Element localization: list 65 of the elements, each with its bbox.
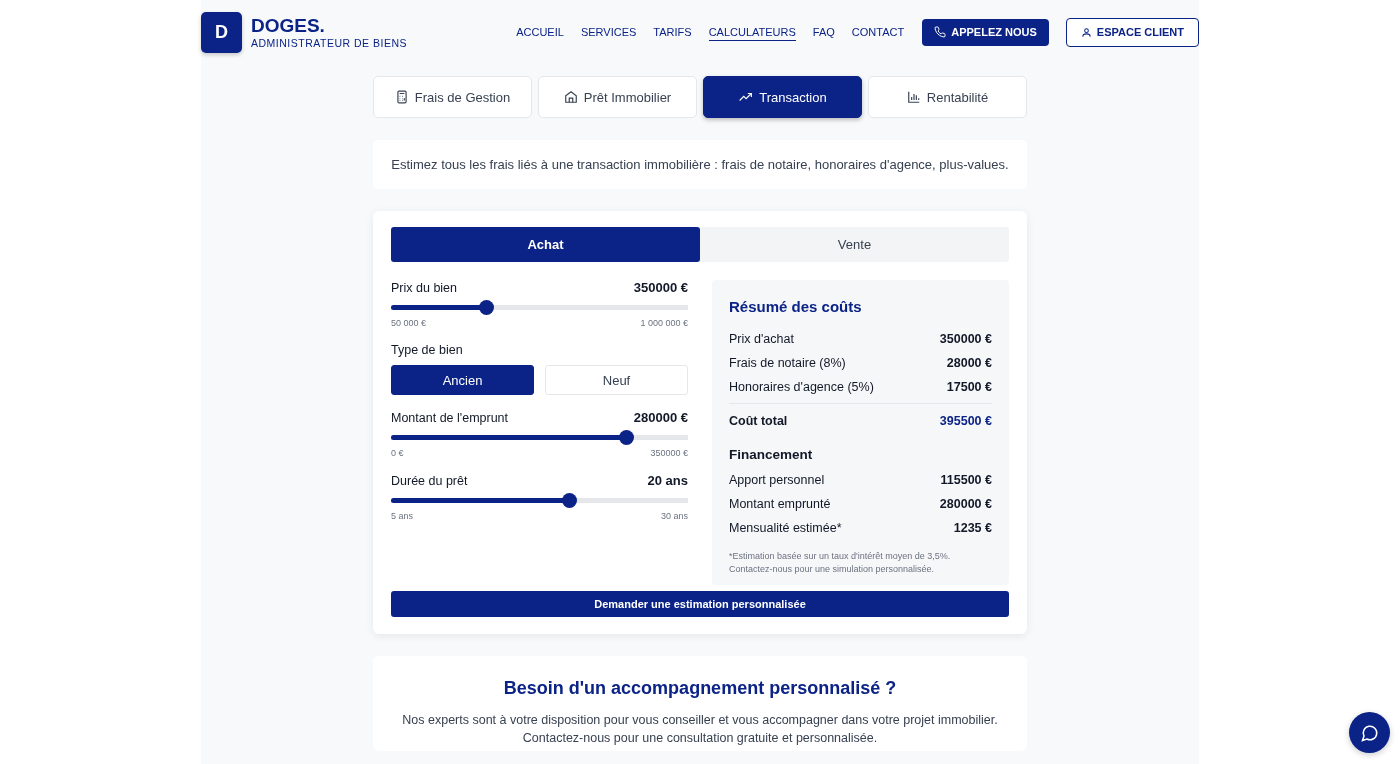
slider-thumb[interactable]	[562, 493, 578, 508]
financing-label: Apport personnel	[729, 473, 825, 487]
nav-link[interactable]: SERVICES	[580, 23, 637, 41]
estimate-button[interactable]: Demander une estimation personnalisée	[391, 591, 1009, 618]
financing-title: Financement	[729, 447, 814, 462]
financing-value: 115500 €	[940, 473, 992, 487]
financing-label: Mensualité estimée*	[729, 521, 842, 535]
range-max: 1 000 000 €	[640, 318, 688, 328]
client-area-button[interactable]: ESPACE CLIENT	[1065, 17, 1199, 47]
total-value: 395500 €	[939, 414, 992, 428]
chat-icon	[1360, 723, 1379, 742]
user-icon	[1080, 26, 1092, 38]
cost-label: Honoraires d'agence (5%)	[729, 380, 874, 394]
home-icon	[563, 90, 578, 104]
range-min: 50 000 €	[391, 318, 427, 328]
cost-value: 28000 €	[946, 356, 992, 370]
field-label: Prix du bien	[391, 281, 457, 295]
summary-title: Résumé des coûts	[729, 298, 863, 315]
mode-tab[interactable]: Vente	[700, 227, 1009, 262]
nav-link[interactable]: CONTACT	[851, 23, 905, 41]
brand-tagline: ADMINISTRATEUR DE BIENS	[251, 37, 407, 49]
field-value: 20 ans	[647, 473, 688, 488]
field-value: 350000 €	[633, 280, 688, 295]
financing-value: 280000 €	[939, 497, 992, 511]
cost-value: 17500 €	[946, 380, 992, 394]
slider-thumb[interactable]	[618, 430, 634, 445]
financing-label: Montant emprunté	[729, 497, 831, 511]
field-label: Durée du prêt	[391, 474, 468, 488]
field-label: Montant de l'emprunt	[391, 411, 509, 425]
total-label: Coût total	[729, 414, 788, 428]
slider-thumb[interactable]	[479, 300, 495, 315]
chat-button[interactable]	[1349, 712, 1390, 753]
option-button[interactable]: Neuf	[545, 365, 688, 395]
call-button[interactable]: APPELEZ NOUS	[922, 18, 1049, 46]
support-text: Contactez-nous pour une consultation gratuite et personnalisée.	[521, 730, 879, 748]
footnote: *Estimation basée sur un taux d'intérêt moyen de 3,5%. Contactez-nous pour une simulation personnalisée.	[729, 550, 952, 576]
nav-link[interactable]: ACCUEIL	[516, 23, 564, 41]
option-button[interactable]: Ancien	[391, 365, 534, 395]
nav-link[interactable]: CALCULATEURS	[708, 23, 796, 41]
support-title: Besoin d'un accompagnement personnalisé ?	[502, 678, 898, 700]
calculator-tab[interactable]: Rentabilité	[868, 76, 1027, 118]
field-value: 280000 €	[633, 410, 688, 425]
logo-badge[interactable]: D	[201, 11, 242, 53]
calculator-description: Estimez tous les frais liés à une transaction immobilière : frais de notaire, honoraires d'agence, plus-values.	[390, 157, 1010, 172]
calculator-tab[interactable]: Frais de Gestion	[373, 76, 532, 118]
calculator-tab[interactable]: Transaction	[703, 76, 862, 118]
phone-icon	[934, 26, 947, 38]
cost-label: Frais de notaire (8%)	[729, 356, 846, 370]
field-label: Type de bien	[391, 343, 464, 357]
trending-up-icon	[738, 90, 754, 104]
support-text: Nos experts sont à votre disposition pour vous conseiller et vous accompagner dans votre projet immobilier.	[401, 712, 999, 730]
cost-label: Prix d'achat	[729, 332, 794, 346]
cost-value: 350000 €	[939, 332, 992, 346]
range-max: 350000 €	[650, 448, 688, 458]
bar-chart-icon	[906, 90, 921, 104]
financing-value: 1235 €	[953, 521, 992, 535]
calculator-icon	[394, 90, 409, 104]
range-min: 0 €	[391, 448, 404, 458]
brand-name: DOGES.	[251, 15, 326, 37]
calculator-tab[interactable]: Prêt Immobilier	[538, 76, 697, 118]
mode-tab[interactable]: Achat	[391, 227, 700, 262]
nav-link[interactable]: TARIFS	[653, 23, 692, 41]
nav-link[interactable]: FAQ	[812, 23, 835, 41]
range-max: 30 ans	[660, 511, 688, 521]
range-min: 5 ans	[391, 511, 414, 521]
